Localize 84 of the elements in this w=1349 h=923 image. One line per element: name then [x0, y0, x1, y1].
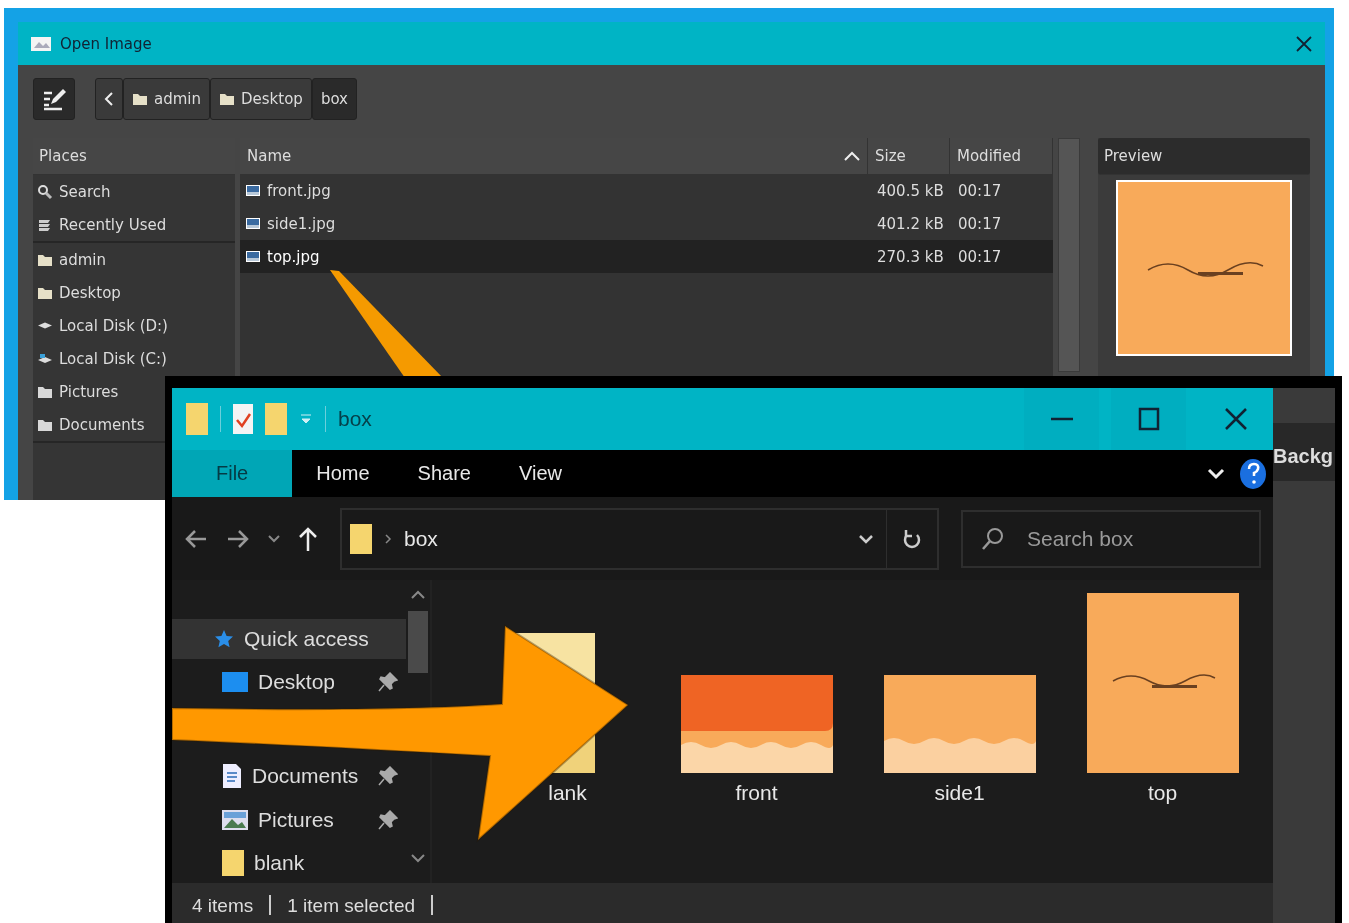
- column-header[interactable]: Size: [868, 138, 950, 174]
- ribbon-tab[interactable]: File: [172, 450, 293, 497]
- chevron-down-icon: [411, 854, 426, 863]
- file-row[interactable]: top.jpg 270.3 kB 00:17: [240, 240, 1053, 273]
- image-icon: [30, 34, 52, 53]
- status-text: 1 item selected: [287, 895, 416, 917]
- path-button[interactable]: admin: [123, 78, 210, 120]
- image-file-icon: [245, 248, 261, 265]
- path-button[interactable]: box: [311, 78, 357, 120]
- place-item[interactable]: Recently Used: [59, 215, 167, 234]
- help-button[interactable]: [1239, 457, 1267, 490]
- nav-item[interactable]: blank: [172, 843, 407, 883]
- folder-icon: [222, 850, 244, 876]
- file-label[interactable]: side1: [934, 781, 985, 805]
- star-icon: [214, 628, 234, 649]
- desktop-icon: [222, 672, 248, 692]
- column-header: Places: [33, 138, 235, 175]
- window-title: Open Image: [60, 34, 152, 53]
- minimize-icon: [1050, 417, 1073, 421]
- arrow-right-icon: [226, 528, 250, 549]
- chevron-up-icon: [411, 590, 426, 599]
- back-button[interactable]: [184, 528, 208, 549]
- column-header[interactable]: Name: [240, 138, 868, 174]
- folder-icon: [132, 91, 148, 107]
- status-text: 4 items: [192, 895, 254, 917]
- edit-path-button[interactable]: [33, 78, 75, 120]
- folder-icon: [265, 403, 287, 435]
- place-item[interactable]: Local Disk (D:): [59, 316, 168, 335]
- search-field[interactable]: Search box: [961, 509, 1261, 568]
- search-icon: [981, 526, 1005, 551]
- image-file-icon: [245, 182, 261, 199]
- nav-item[interactable]: Documents: [172, 756, 407, 796]
- document-icon: [222, 763, 242, 789]
- place-item[interactable]: Local Disk (C:): [59, 349, 167, 368]
- nav-item[interactable]: Pictures: [172, 799, 407, 840]
- chevron-left-icon: [104, 91, 114, 107]
- file-label[interactable]: front: [735, 781, 778, 805]
- address-bar[interactable]: box: [340, 507, 939, 570]
- chevron-down-icon: [268, 534, 280, 543]
- ribbon-tab[interactable]: Home: [292, 450, 394, 497]
- place-item[interactable]: admin: [59, 250, 106, 269]
- image-file-icon: [245, 215, 261, 232]
- column-header[interactable]: Modified: [950, 138, 1053, 174]
- back-button[interactable]: [95, 78, 123, 120]
- sort-ascending-icon: [844, 151, 860, 161]
- edit-icon: [41, 86, 67, 112]
- maximize-button[interactable]: [1111, 388, 1186, 450]
- arrow-left-icon: [184, 528, 208, 549]
- drive-icon: [37, 322, 53, 329]
- place-item[interactable]: Pictures: [59, 382, 119, 401]
- file-row[interactable]: front.jpg 400.5 kB 00:17: [240, 174, 1053, 207]
- arrow-up-icon: [298, 525, 318, 552]
- panel-header: Preview: [1098, 138, 1310, 175]
- folder-icon: [186, 403, 208, 435]
- file-label[interactable]: lank: [548, 781, 587, 805]
- folder-icon: [219, 91, 235, 107]
- chevron-down-icon: [858, 533, 874, 544]
- expand-ribbon-button[interactable]: [1207, 467, 1225, 480]
- forward-button[interactable]: [226, 528, 250, 549]
- nav-item[interactable]: Desktop: [172, 662, 407, 702]
- file-label[interactable]: top: [1147, 781, 1178, 805]
- dropdown-icon: [299, 412, 313, 426]
- window-title: box: [338, 407, 372, 431]
- recent-locations-button[interactable]: [268, 534, 280, 543]
- scrollbar-thumb: [408, 611, 429, 673]
- tab-label: Backg: [1273, 423, 1335, 481]
- ribbon-tab[interactable]: View: [494, 450, 586, 497]
- picture-icon: [222, 809, 248, 830]
- place-item[interactable]: Desktop: [59, 283, 121, 302]
- search-icon: [37, 183, 53, 200]
- place-item[interactable]: Search: [59, 182, 111, 201]
- place-item[interactable]: Documents: [59, 415, 145, 434]
- close-icon: [1295, 34, 1313, 53]
- chevron-down-icon: [1207, 467, 1225, 480]
- path-button[interactable]: Desktop: [210, 78, 312, 120]
- folder-icon: [350, 523, 372, 554]
- file-row[interactable]: side1.jpg 401.2 kB 00:17: [240, 207, 1053, 240]
- chevron-right-icon: [384, 532, 392, 545]
- help-icon: [1239, 457, 1267, 490]
- close-button[interactable]: [1295, 34, 1313, 53]
- nav-item[interactable]: Quick access: [172, 618, 407, 659]
- properties-icon: [233, 404, 253, 434]
- up-button[interactable]: [298, 525, 318, 552]
- ribbon-tab[interactable]: Share: [393, 450, 495, 497]
